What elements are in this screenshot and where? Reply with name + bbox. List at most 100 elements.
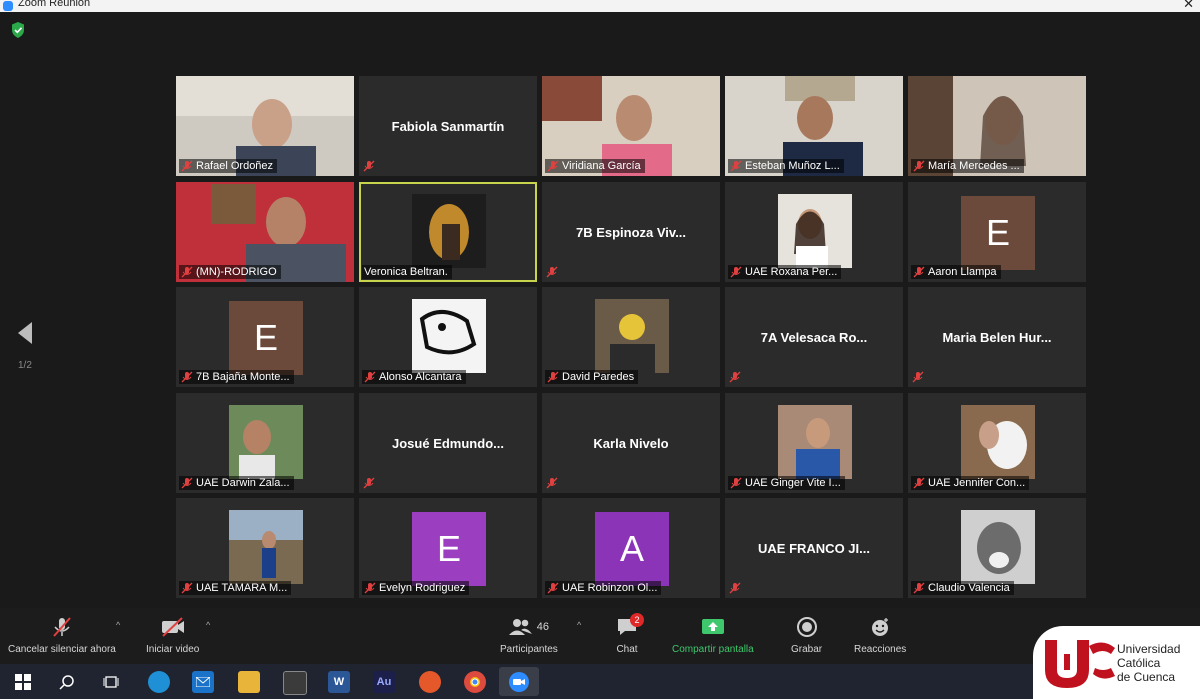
muted-mic-icon <box>913 160 925 172</box>
chat-label: Chat <box>616 644 638 655</box>
share-screen-button[interactable]: Compartir pantalla <box>672 614 754 655</box>
window-title: Zoom Reunión <box>18 0 91 9</box>
muted-mic-icon <box>729 582 741 594</box>
participant-tile[interactable]: (MN)-RODRIGO <box>176 181 354 282</box>
participant-name-label: Esteban Muñoz L... <box>728 159 844 173</box>
university-name-line1: Universidad <box>1117 642 1181 656</box>
participant-tile[interactable]: UAE Roxana Per... <box>725 181 903 282</box>
unmute-label: Cancelar silenciar ahora <box>8 644 116 655</box>
participant-name: Claudio Valencia <box>928 582 1010 594</box>
close-icon[interactable]: ✕ <box>1183 0 1194 12</box>
muted-mic-icon <box>912 371 924 383</box>
participant-name-label: UAE TAMARA M... <box>179 581 292 595</box>
zoom-taskbar-icon[interactable] <box>499 667 539 696</box>
page-indicator: 1/2 <box>18 360 32 371</box>
participant-tile[interactable]: Karla Nivelo <box>542 392 720 493</box>
participant-tile[interactable]: Alonso Alcantara <box>359 287 537 387</box>
participant-tile[interactable]: E Evelyn Rodriguez <box>359 498 537 598</box>
participant-tile[interactable]: Esteban Muñoz L... <box>725 76 903 176</box>
windows-start-icon[interactable] <box>12 671 34 693</box>
participant-tile[interactable]: Maria Belen Hur... <box>908 287 1086 387</box>
participant-tile[interactable]: E Aaron Llampa <box>908 181 1086 282</box>
participant-name-label: UAE Roxana Per... <box>728 264 842 279</box>
start-video-button[interactable]: Iniciar video <box>146 614 199 655</box>
previous-page-arrow-icon[interactable] <box>18 322 32 344</box>
participant-tile-active-speaker[interactable]: Veronica Beltran. <box>359 181 537 282</box>
video-off-icon <box>160 614 186 640</box>
record-icon <box>796 614 818 640</box>
participant-display-name: UAE FRANCO JI... <box>758 541 870 556</box>
participant-name-label: Veronica Beltran. <box>362 264 452 279</box>
participant-tile[interactable]: UAE FRANCO JI... <box>725 498 903 598</box>
participants-count: 46 <box>536 621 550 633</box>
avatar-letter: E <box>253 317 278 358</box>
word-icon-letter: W <box>333 676 345 688</box>
avatar-letter: E <box>436 528 461 569</box>
participants-icon: 46 <box>508 614 550 640</box>
participant-name-label: Alonso Alcantara <box>362 370 466 384</box>
file-explorer-icon[interactable] <box>238 671 260 693</box>
participant-tile[interactable]: UAE Darwin Zala... <box>176 392 354 493</box>
participant-tile[interactable]: Rafael Ordoñez <box>176 76 354 176</box>
muted-mic-icon <box>181 371 193 383</box>
participant-display-name: Karla Nivelo <box>593 435 669 451</box>
muted-mic-icon <box>364 582 376 594</box>
participant-tile[interactable]: 7A Velesaca Ro... <box>725 287 903 387</box>
participant-name: Veronica Beltran. <box>364 265 448 278</box>
muted-mic-icon <box>547 582 559 594</box>
participant-display-name: Fabiola Sanmartín <box>391 119 505 134</box>
chrome-icon[interactable] <box>464 671 486 693</box>
participant-tile[interactable]: 7B Espinoza Viv... <box>542 181 720 282</box>
participant-tile[interactable]: A UAE Robinzon Ol... <box>542 498 720 598</box>
profile-picture <box>778 193 852 268</box>
muted-mic-icon <box>730 477 742 488</box>
profile-picture <box>595 299 669 373</box>
participant-name-label: UAE Ginger Vite I... <box>728 475 845 490</box>
edge-browser-icon[interactable] <box>148 671 170 693</box>
participant-tile[interactable]: Claudio Valencia <box>908 498 1086 598</box>
audition-icon[interactable]: Au <box>373 671 395 693</box>
shield-icon[interactable] <box>11 22 25 38</box>
participant-tile[interactable]: E 7B Bajaña Monte... <box>176 287 354 387</box>
record-button[interactable]: Grabar <box>791 614 822 655</box>
university-logo: Universidad Católica de Cuenca <box>1033 626 1200 699</box>
participants-label: Participantes <box>500 644 558 655</box>
participant-tile[interactable]: UAE Jennifer Con... <box>908 392 1086 493</box>
meeting-controls-toolbar: Cancelar silenciar ahora ^ Iniciar video… <box>0 608 1200 664</box>
participant-name-label: David Paredes <box>545 370 639 384</box>
muted-mic-icon <box>547 160 559 172</box>
participant-name-label: Viridiana García <box>545 159 645 173</box>
reactions-label: Reacciones <box>854 644 907 655</box>
profile-picture <box>778 404 852 479</box>
avatar-letter: A <box>619 528 644 569</box>
participant-tile[interactable]: UAE TAMARA M... <box>176 498 354 598</box>
task-view-icon[interactable] <box>100 671 122 693</box>
participant-tile[interactable]: Fabiola Sanmartín <box>359 76 537 176</box>
initial-avatar: E <box>412 512 486 586</box>
participant-tile[interactable]: Josué Edmundo... <box>359 392 537 493</box>
video-options-chevron-icon[interactable]: ^ <box>206 620 210 630</box>
participant-name: UAE Roxana Per... <box>745 265 838 278</box>
search-icon[interactable] <box>56 671 78 693</box>
profile-picture <box>961 404 1035 479</box>
university-emblem-icon <box>1045 640 1115 688</box>
chat-button[interactable]: 2 Chat <box>616 613 644 655</box>
reactions-button[interactable]: Reacciones <box>854 614 906 655</box>
participants-button[interactable]: 46 Participantes <box>500 614 558 655</box>
participant-tile[interactable]: Viridiana García <box>542 76 720 176</box>
audio-options-chevron-icon[interactable]: ^ <box>116 620 120 630</box>
participant-name-label: (MN)-RODRIGO <box>179 264 281 279</box>
participant-display-name: Josué Edmundo... <box>392 435 504 451</box>
unmute-button[interactable]: Cancelar silenciar ahora <box>8 614 116 655</box>
participant-tile[interactable]: David Paredes <box>542 287 720 387</box>
university-name: Universidad Católica de Cuenca <box>1117 642 1180 684</box>
participant-tile[interactable]: María Mercedes ... <box>908 76 1086 176</box>
mail-icon[interactable] <box>192 671 214 693</box>
word-icon[interactable]: W <box>328 671 350 693</box>
firefox-icon[interactable] <box>419 671 441 693</box>
participant-name: Rafael Ordoñez <box>196 160 274 172</box>
participant-name-label: Aaron Llampa <box>911 264 1001 279</box>
participant-tile[interactable]: UAE Ginger Vite I... <box>725 392 903 493</box>
participants-options-chevron-icon[interactable]: ^ <box>577 620 581 630</box>
store-icon[interactable] <box>283 671 307 695</box>
